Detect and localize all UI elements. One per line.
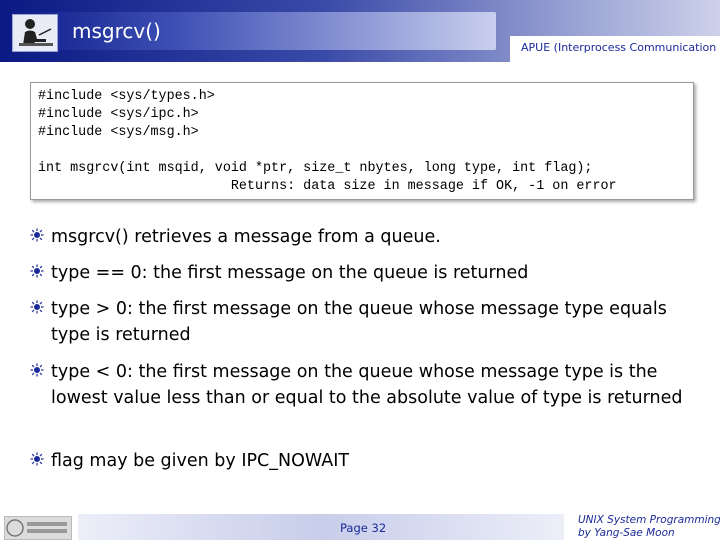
sun-bullet-icon <box>30 263 44 278</box>
slide-title: msgrcv() <box>72 19 161 43</box>
person-at-desk-icon <box>12 14 58 52</box>
credit-line-1: UNIX System Programming <box>578 514 720 526</box>
code-box: #include <sys/types.h> #include <sys/ipc… <box>30 82 694 200</box>
bullet-text: type > 0: the first message on the queue… <box>51 299 667 345</box>
bullet-text: type < 0: the first message on the queue… <box>51 362 683 408</box>
page-number: Page 32 <box>340 521 387 535</box>
slide-subtitle: APUE (Interprocess Communication <box>521 41 717 54</box>
code-block: #include <sys/types.h> #include <sys/ipc… <box>38 88 617 196</box>
credit-text: UNIX System Programming by Yang-Sae Moon <box>578 514 720 540</box>
sun-bullet-icon <box>30 451 44 466</box>
bullet-text: msgrcv() retrieves a message from a queu… <box>51 227 441 247</box>
sun-bullet-icon <box>30 299 44 314</box>
sun-bullet-icon <box>30 362 44 377</box>
sun-bullet-icon <box>30 227 44 242</box>
university-logo-icon <box>4 516 72 540</box>
code-line: int msgrcv(int msqid, void *ptr, size_t … <box>38 161 593 176</box>
footer-bar <box>78 514 564 540</box>
code-line: #include <sys/types.h> <box>38 89 215 104</box>
code-line: #include <sys/ipc.h> <box>38 107 199 122</box>
code-line: #include <sys/msg.h> <box>38 125 199 140</box>
bullet-text: type == 0: the first message on the queu… <box>51 263 529 283</box>
code-line: Returns: data size in message if OK, -1 … <box>38 179 617 194</box>
bullet-text: flag may be given by IPC_NOWAIT <box>51 451 350 471</box>
credit-line-2: by Yang-Sae Moon <box>578 527 675 539</box>
